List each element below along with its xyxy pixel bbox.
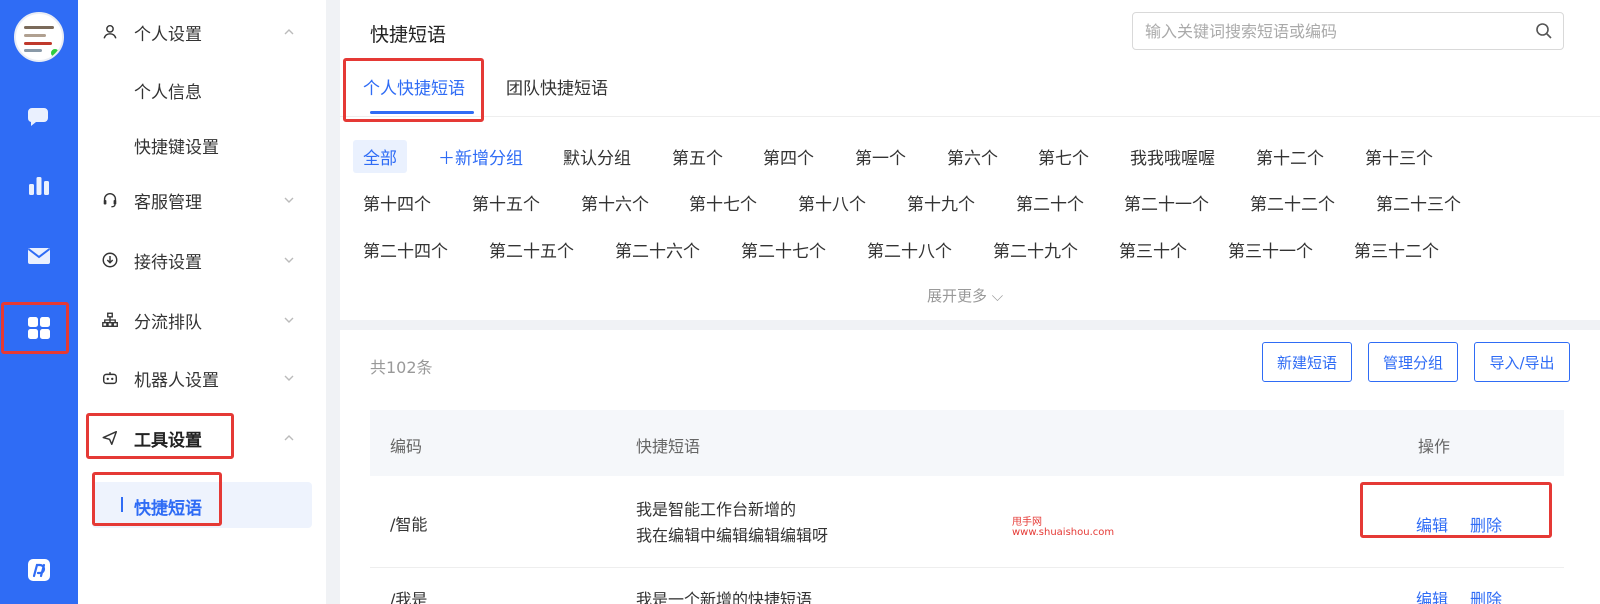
group-tag[interactable]: 第二十九个 — [993, 237, 1078, 262]
menu-group-label: 接待设置 — [134, 252, 202, 273]
phrase-text-line: 我是智能工作台新增的 — [636, 500, 797, 519]
menu-group-label: 客服管理 — [134, 192, 202, 213]
table-row: /我是 我是一个新增的快捷短语 编辑 删除 — [370, 568, 1564, 604]
menu-group-agent-management[interactable]: 客服管理 — [78, 178, 326, 222]
search-input[interactable] — [1145, 19, 1515, 43]
edit-link[interactable]: 编辑 — [1416, 586, 1448, 604]
quick-phrases-highlight — [92, 472, 222, 526]
chevron-down-icon — [284, 257, 294, 263]
menu-group-label: 分流排队 — [134, 312, 202, 333]
group-tag[interactable]: 第二十二个 — [1250, 190, 1335, 215]
phrase-code: /我是 — [390, 590, 428, 604]
delete-link[interactable]: 删除 — [1470, 586, 1502, 604]
chat-bubble-icon[interactable] — [19, 96, 59, 136]
group-tag[interactable]: 第十七个 — [689, 190, 757, 215]
menu-group-routing-queue[interactable]: 分流排队 — [78, 298, 326, 342]
phrase-filter-panel: 快捷短语 个人快捷短语 团队快捷短语 全部 ＋新增分组 默认分组 第五个 第四个… — [340, 0, 1600, 320]
menu-group-robot-settings[interactable]: 机器人设置 — [78, 356, 326, 400]
group-tag[interactable]: 第二十八个 — [867, 237, 952, 262]
headset-icon — [100, 190, 120, 210]
row-actions-highlight — [1360, 482, 1552, 538]
menu-group-label: 机器人设置 — [134, 370, 219, 391]
group-tag[interactable]: 第七个 — [1038, 144, 1089, 169]
table-header: 编码 快捷短语 操作 — [370, 410, 1564, 476]
group-tag[interactable]: 第十九个 — [907, 190, 975, 215]
phrase-list-panel: 共102条 新建短语 管理分组 导入/导出 编码 快捷短语 操作 /智能 我是智… — [340, 330, 1600, 604]
menu-group-label: 个人设置 — [134, 24, 202, 45]
sidebar-item-shortcut-keys[interactable]: 快捷键设置 — [134, 133, 219, 158]
search-icon[interactable] — [1535, 22, 1553, 40]
group-tag[interactable]: 第十三个 — [1365, 144, 1433, 169]
group-tag[interactable]: 第十四个 — [363, 190, 431, 215]
new-phrase-button[interactable]: 新建短语 — [1262, 342, 1352, 382]
hierarchy-icon — [100, 310, 120, 330]
group-tag[interactable]: 默认分组 — [563, 144, 631, 169]
chevron-down-icon — [284, 197, 294, 203]
group-tag[interactable]: 第三十个 — [1119, 237, 1187, 262]
group-tag[interactable]: 我我哦喔喔 — [1130, 144, 1215, 169]
group-tag[interactable]: 第五个 — [672, 144, 723, 169]
group-tag[interactable]: 第二十个 — [1016, 190, 1084, 215]
group-tag[interactable]: 第二十五个 — [489, 237, 574, 262]
phrase-text-line: 我是一个新增的快捷短语 — [636, 590, 813, 604]
group-tag[interactable]: 第二十一个 — [1124, 190, 1209, 215]
column-header-actions: 操作 — [1418, 437, 1451, 456]
personal-tab-highlight — [343, 58, 484, 122]
group-tag[interactable]: 第四个 — [763, 144, 814, 169]
rail-active-highlight — [1, 302, 69, 354]
group-tag[interactable]: 第二十三个 — [1376, 190, 1461, 215]
page-title: 快捷短语 — [370, 24, 447, 46]
chevron-up-icon — [284, 29, 294, 35]
group-tag[interactable]: 第二十四个 — [363, 237, 448, 262]
group-tag[interactable]: 第十六个 — [581, 190, 649, 215]
group-tag[interactable]: 第十五个 — [472, 190, 540, 215]
avatar[interactable] — [14, 12, 64, 62]
online-status-dot — [49, 47, 61, 59]
bar-chart-icon[interactable] — [19, 166, 59, 206]
group-tag[interactable]: 第二十七个 — [741, 237, 826, 262]
group-tag[interactable]: 第三十一个 — [1228, 237, 1313, 262]
group-tag[interactable]: 第六个 — [947, 144, 998, 169]
mail-icon[interactable] — [19, 236, 59, 276]
brand-logo-icon[interactable] — [19, 550, 59, 590]
manage-groups-button[interactable]: 管理分组 — [1368, 342, 1458, 382]
download-circle-icon — [100, 250, 120, 270]
phrase-code: /智能 — [390, 515, 428, 534]
phrase-text-line: 我在编辑中编辑编辑编辑呀 — [636, 526, 829, 545]
add-group-button[interactable]: ＋新增分组 — [438, 144, 523, 169]
chevron-down-icon — [284, 375, 294, 381]
search-box — [1132, 12, 1564, 50]
total-count: 共102条 — [370, 358, 433, 377]
chevron-up-icon — [284, 435, 294, 441]
column-header-code: 编码 — [390, 437, 423, 456]
tab-team-phrases[interactable]: 团队快捷短语 — [506, 74, 608, 99]
menu-group-reception-settings[interactable]: 接待设置 — [78, 238, 326, 282]
group-tag[interactable]: 第十八个 — [798, 190, 866, 215]
group-tag[interactable]: 第三十二个 — [1354, 237, 1439, 262]
user-icon — [100, 22, 120, 42]
watermark-text: 甩手网 — [1012, 517, 1042, 528]
group-tag[interactable]: 第二十六个 — [615, 237, 700, 262]
watermark-url: www.shuaishou.com — [1012, 527, 1115, 538]
import-export-button[interactable]: 导入/导出 — [1474, 342, 1570, 382]
group-tag-all[interactable]: 全部 — [353, 140, 407, 173]
column-header-phrase: 快捷短语 — [636, 437, 701, 456]
left-rail — [0, 0, 78, 604]
group-tag[interactable]: 第十二个 — [1256, 144, 1324, 169]
chevron-down-icon — [284, 317, 294, 323]
group-tag[interactable]: 第一个 — [855, 144, 906, 169]
sidebar-item-personal-info[interactable]: 个人信息 — [134, 78, 202, 103]
expand-more-link[interactable]: 展开更多 ⌵ — [927, 285, 1003, 306]
tool-settings-highlight — [86, 413, 234, 459]
tabs-divider — [340, 116, 1600, 117]
menu-group-personal-settings[interactable]: 个人设置 — [78, 10, 326, 54]
robot-icon — [100, 368, 120, 388]
settings-sidebar: 个人设置 个人信息 快捷键设置 客服管理 接待设置 分流排队 机器人设置 工具设… — [78, 0, 326, 604]
